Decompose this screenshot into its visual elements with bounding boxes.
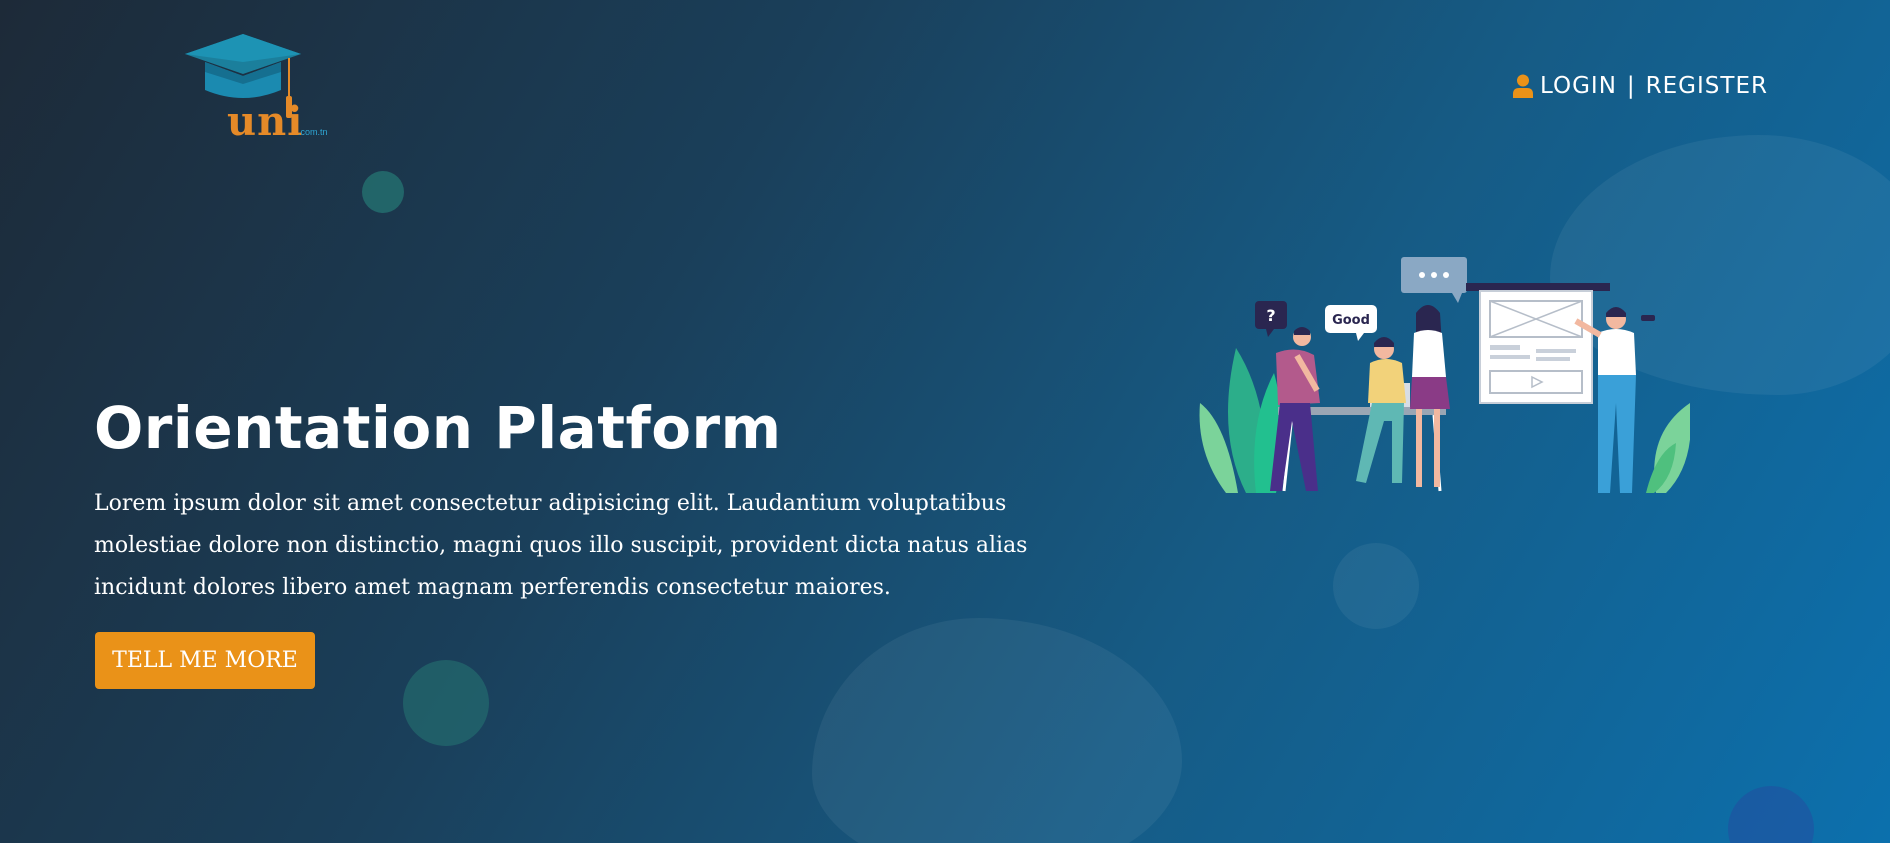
decorative-circle <box>403 660 489 746</box>
auth-nav: LOGIN | REGISTER <box>1512 71 1768 101</box>
decorative-blob <box>812 618 1182 843</box>
register-link[interactable]: REGISTER <box>1646 73 1768 99</box>
hero-section: uni .com.tn LOGIN | REGISTER Orientation… <box>0 0 1890 843</box>
question-mark: ? <box>1266 306 1275 325</box>
login-link[interactable]: LOGIN <box>1540 73 1617 99</box>
good-bubble-icon: Good <box>1325 305 1377 341</box>
chat-bubble-icon <box>1401 257 1467 303</box>
tell-me-more-button[interactable]: TELL ME MORE <box>95 632 315 689</box>
question-bubble-icon: ? <box>1255 301 1287 337</box>
decorative-circle <box>362 171 404 213</box>
decorative-circle <box>1333 543 1419 629</box>
user-icon <box>1513 74 1533 98</box>
decorative-circle <box>1728 786 1814 843</box>
team-illustration: ? Good <box>1199 257 1690 493</box>
good-label: Good <box>1332 313 1370 328</box>
site-logo[interactable]: uni .com.tn <box>183 32 343 145</box>
logo-subtext: .com.tn <box>298 127 328 137</box>
nav-separator: | <box>1626 73 1636 99</box>
page-title: Orientation Platform <box>94 394 782 462</box>
whiteboard-icon <box>1466 283 1610 404</box>
logo-text: uni <box>227 98 304 145</box>
person-figure <box>1410 305 1450 487</box>
hero-description: Lorem ipsum dolor sit amet consectetur a… <box>94 491 1028 600</box>
